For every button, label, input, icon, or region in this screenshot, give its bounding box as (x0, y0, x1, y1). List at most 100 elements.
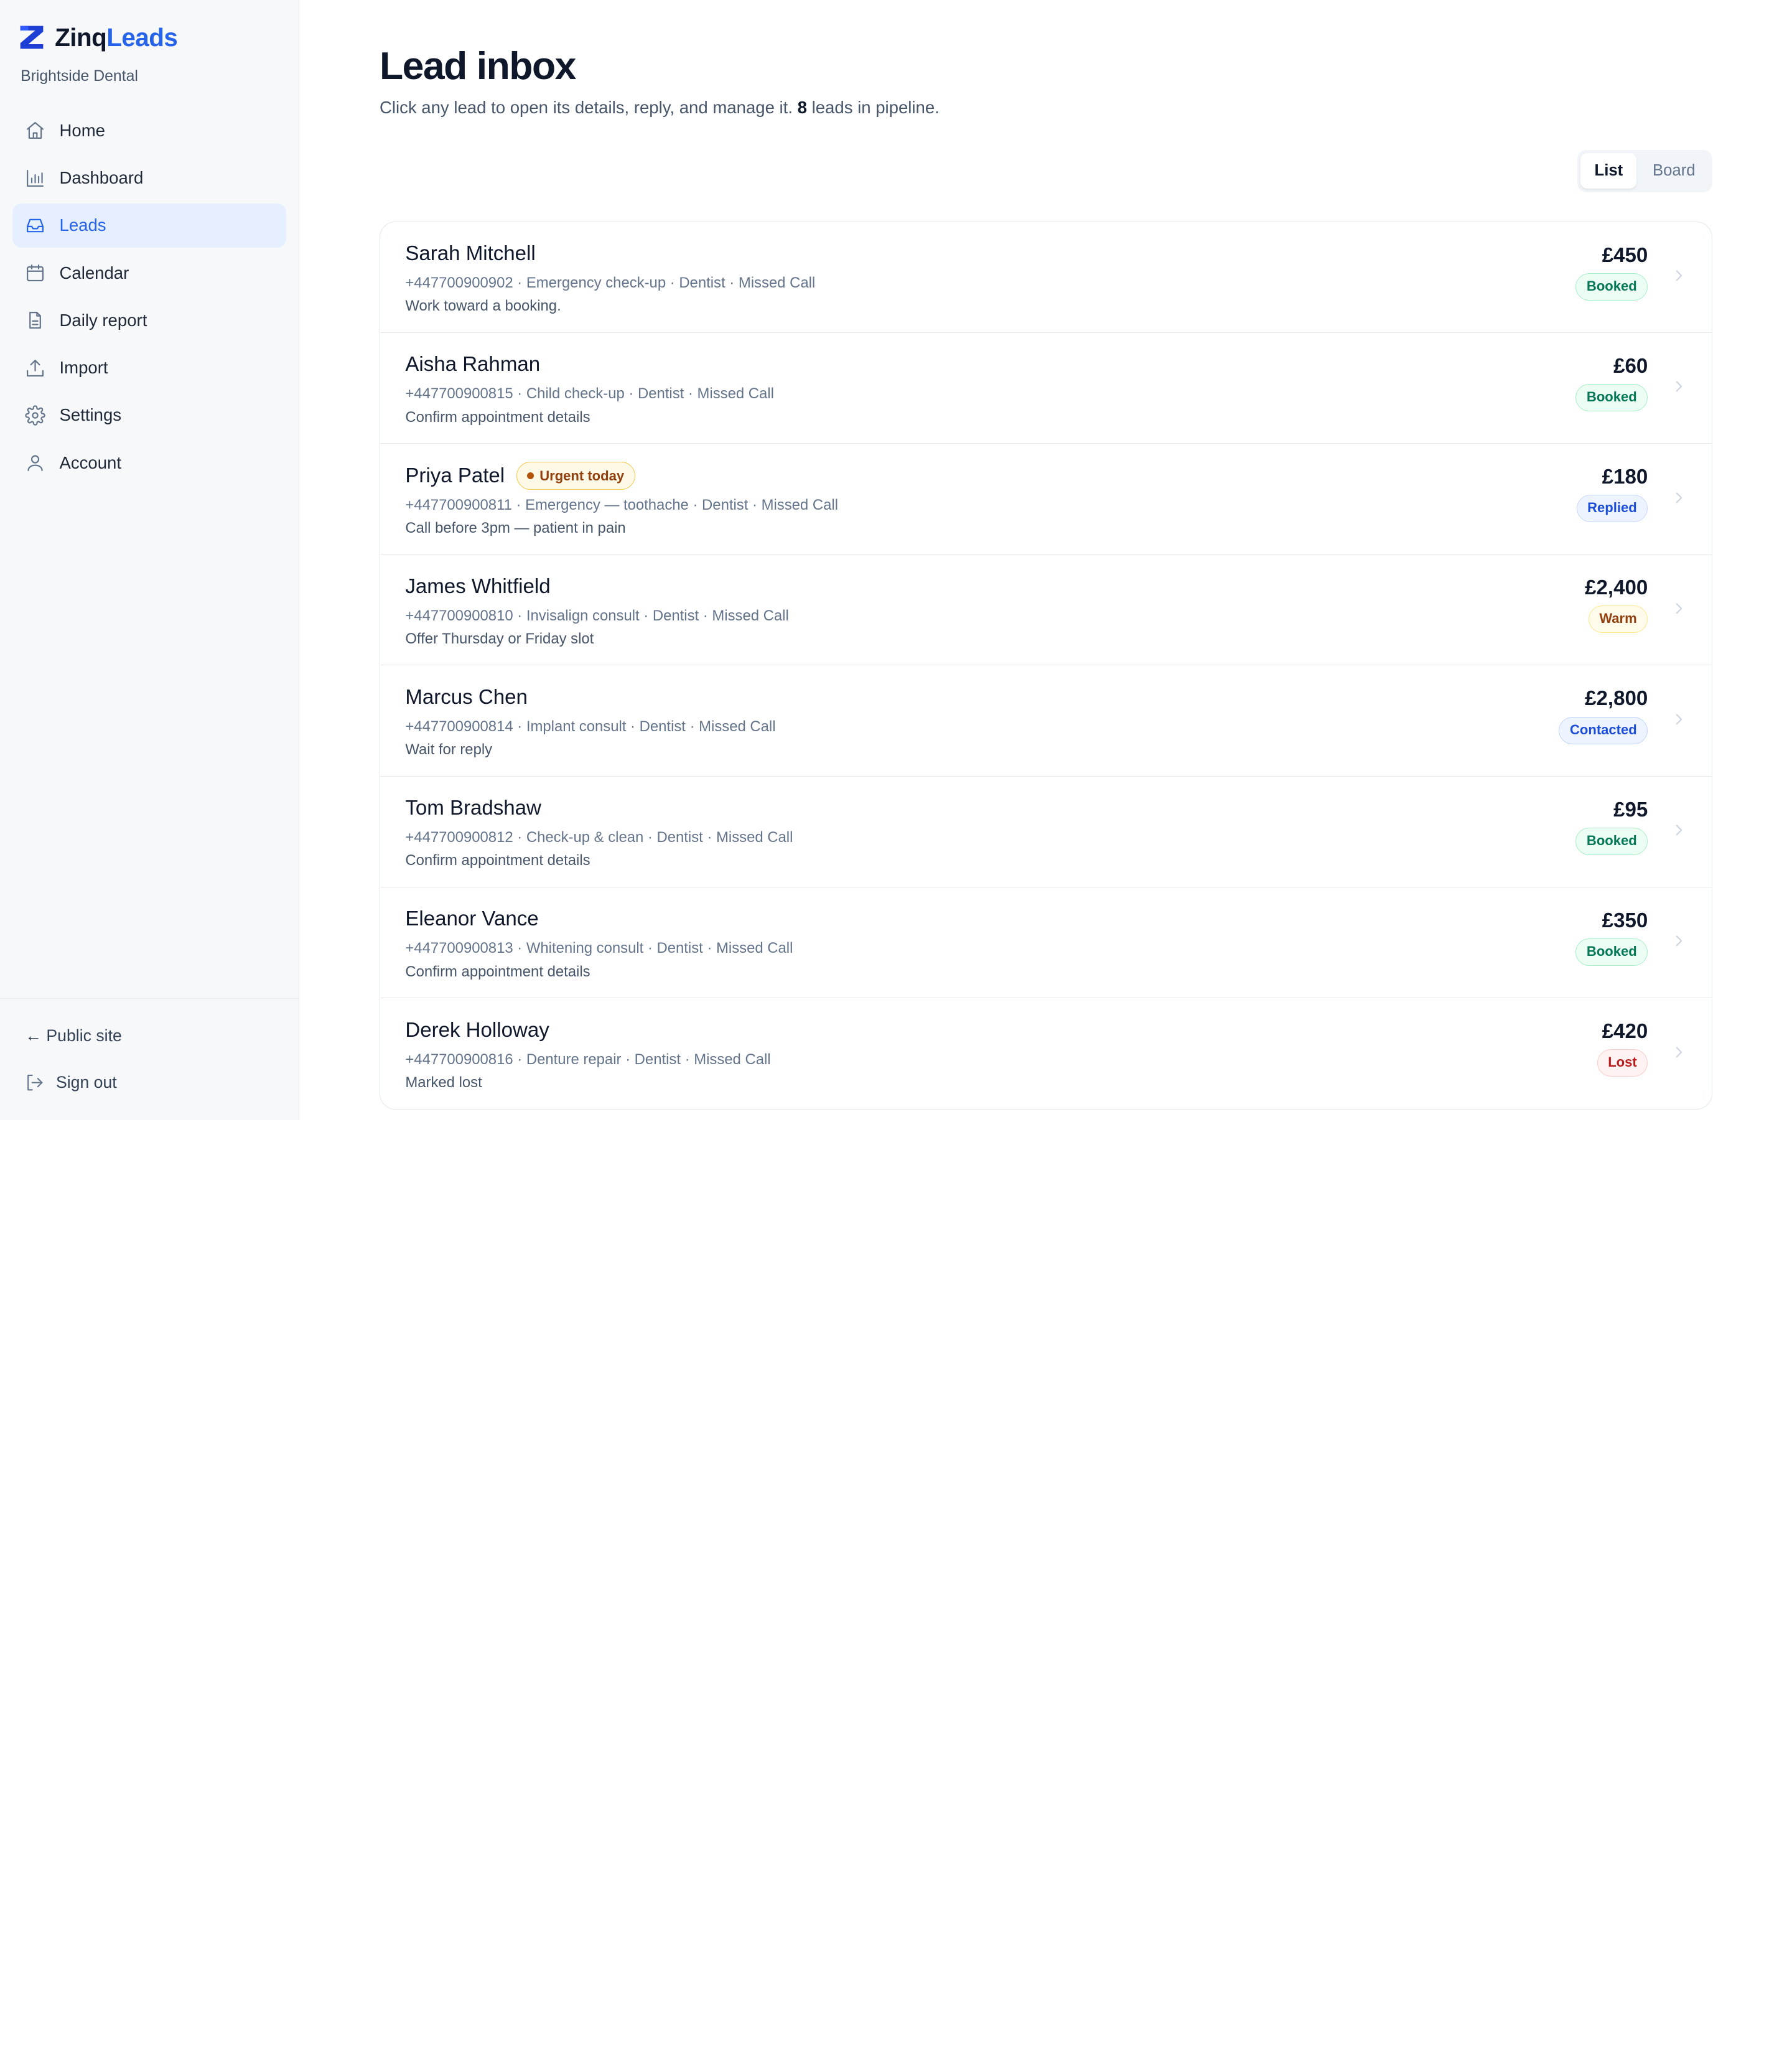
lead-note: Confirm appointment details (405, 408, 590, 426)
sidebar-item-settings[interactable]: Settings (12, 393, 286, 438)
lead-value: £420 (1602, 1020, 1648, 1043)
bar-chart-icon (25, 168, 45, 189)
lead-note: Work toward a booking. (405, 297, 561, 315)
chevron-right-icon (1676, 603, 1682, 614)
status-badge: Replied (1576, 495, 1648, 523)
lead-row[interactable]: Sarah Mitchell +447700900902 · Emergency… (380, 222, 1712, 333)
lead-name: Sarah Mitchell (405, 242, 536, 266)
lead-name: James Whitfield (405, 574, 551, 598)
lead-note: Wait for reply (405, 741, 493, 759)
lead-value: £350 (1602, 909, 1648, 932)
lead-value: £60 (1613, 354, 1648, 378)
public-site-link[interactable]: ← Public site (12, 1013, 286, 1059)
status-badge: Booked (1575, 938, 1648, 966)
view-toggle: List Board (1577, 149, 1713, 192)
brand-name-part2: Leads (106, 22, 178, 52)
lead-count: 8 (797, 97, 807, 117)
sidebar-item-label: Dashboard (59, 168, 144, 188)
sidebar-item-label: Home (59, 121, 105, 140)
status-badge: Booked (1575, 273, 1648, 301)
subtitle-text-end: leads in pipeline. (806, 97, 940, 117)
subtitle-text: Click any lead to open its details, repl… (379, 97, 798, 117)
lead-value: £95 (1613, 798, 1648, 821)
sidebar-item-label: Daily report (59, 310, 147, 330)
lead-name: Aisha Rahman (405, 353, 541, 377)
lead-meta: +447700900813 · Whitening consult · Dent… (405, 940, 793, 957)
user-icon (25, 452, 45, 473)
inbox-icon (25, 215, 45, 236)
brand[interactable]: ZinqLeads (0, 0, 299, 52)
lead-meta: +447700900816 · Denture repair · Dentist… (405, 1050, 771, 1068)
lead-name: Marcus Chen (405, 685, 528, 709)
lead-meta: +447700900902 · Emergency check-up · Den… (405, 274, 816, 292)
lead-row[interactable]: James Whitfield +447700900810 · Invisali… (380, 554, 1712, 666)
lead-note: Confirm appointment details (405, 963, 590, 980)
status-badge: Warm (1588, 606, 1648, 634)
lead-row[interactable]: Eleanor Vance +447700900813 · Whitening … (380, 887, 1712, 999)
lead-row[interactable]: Tom Bradshaw +447700900812 · Check-up & … (380, 777, 1712, 887)
chevron-right-icon (1676, 1046, 1682, 1058)
status-badge: Lost (1597, 1049, 1648, 1077)
lead-meta: +447700900810 · Invisalign consult · Den… (405, 607, 789, 624)
status-badge: Contacted (1559, 716, 1648, 744)
calendar-icon (25, 263, 45, 283)
lead-note: Marked lost (405, 1073, 482, 1091)
lead-value: £2,400 (1585, 576, 1648, 600)
chevron-right-icon (1676, 825, 1682, 836)
lead-row[interactable]: Aisha Rahman +447700900815 · Child check… (380, 333, 1712, 444)
list-view-button[interactable]: List (1580, 153, 1637, 189)
lead-meta: +447700900814 · Implant consult · Dentis… (405, 718, 776, 735)
chevron-right-icon (1676, 935, 1682, 947)
chevron-right-icon (1676, 381, 1682, 392)
lead-meta: +447700900815 · Child check-up · Dentist… (405, 385, 774, 403)
page-title: Lead inbox (379, 44, 576, 88)
lead-row[interactable]: Priya Patel Urgent today +447700900811 ·… (380, 444, 1712, 555)
upload-icon (25, 358, 45, 378)
lead-meta: +447700900811 · Emergency — toothache · … (405, 496, 838, 513)
zinq-logo-icon (21, 26, 44, 49)
chevron-right-icon (1676, 714, 1682, 725)
lead-name: Tom Bradshaw (405, 797, 541, 820)
sidebar-item-label: Account (59, 452, 122, 472)
lead-list: Sarah Mitchell +447700900902 · Emergency… (379, 221, 1713, 1110)
urgent-badge-label: Urgent today (539, 467, 625, 484)
sign-out-label: Sign out (55, 1073, 117, 1092)
sidebar-item-calendar[interactable]: Calendar (12, 251, 286, 296)
home-icon (25, 120, 45, 141)
lead-name: Eleanor Vance (405, 907, 539, 931)
lead-note: Call before 3pm — patient in pain (405, 519, 626, 536)
sidebar-item-label: Calendar (59, 263, 129, 283)
status-badge: Booked (1575, 383, 1648, 412)
lead-note: Confirm appointment details (405, 852, 590, 869)
sign-out-icon (27, 1075, 43, 1091)
sidebar-item-label: Settings (59, 405, 122, 425)
lead-value: £2,800 (1585, 687, 1648, 711)
status-badge: Booked (1575, 827, 1648, 855)
sidebar-item-label: Leads (59, 215, 106, 235)
sidebar-item-daily-report[interactable]: Daily report (12, 298, 286, 343)
lead-name: Priya Patel (405, 464, 505, 487)
gear-icon (25, 405, 46, 426)
sidebar-item-label: Import (59, 358, 108, 378)
organization-name: Brightside Dental (21, 68, 138, 85)
lead-name: Derek Holloway (405, 1018, 549, 1042)
lead-value: £450 (1602, 243, 1648, 267)
sign-out-button[interactable]: Sign out (12, 1059, 286, 1106)
board-view-button[interactable]: Board (1639, 153, 1709, 189)
brand-name: ZinqLeads (55, 22, 178, 52)
chevron-right-icon (1676, 270, 1682, 281)
sidebar-item-account[interactable]: Account (12, 441, 286, 485)
page-subtitle: Click any lead to open its details, repl… (380, 98, 1712, 118)
lead-row[interactable]: Derek Holloway +447700900816 · Denture r… (380, 998, 1712, 1109)
sidebar-footer: ← Public site Sign out (0, 998, 299, 1106)
sidebar-item-leads[interactable]: Leads (12, 203, 287, 248)
document-icon (25, 310, 45, 330)
sidebar-nav: Home Dashboard Leads Calendar Daily repo… (0, 108, 299, 485)
sidebar-item-dashboard[interactable]: Dashboard (12, 156, 286, 200)
lead-row[interactable]: Marcus Chen +447700900814 · Implant cons… (380, 665, 1712, 777)
main-content: Lead inbox Click any lead to open its de… (299, 0, 1792, 1120)
sidebar-item-import[interactable]: Import (12, 345, 286, 390)
lead-value: £180 (1602, 465, 1648, 489)
sidebar-item-home[interactable]: Home (12, 108, 286, 153)
urgent-badge: Urgent today (516, 462, 635, 490)
